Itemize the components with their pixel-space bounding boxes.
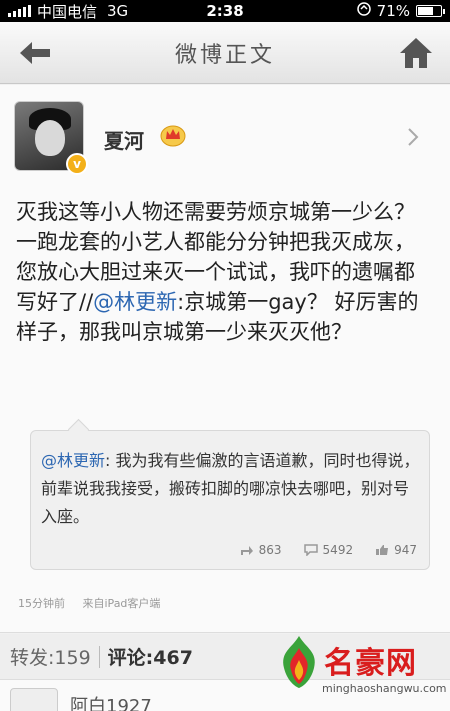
- like-count: 947: [394, 543, 417, 557]
- post-username[interactable]: 夏河: [104, 125, 144, 154]
- comment-count-item[interactable]: 5492: [303, 543, 354, 557]
- home-button[interactable]: [398, 36, 434, 70]
- watermark-title: 名豪网: [324, 646, 417, 681]
- comment-username[interactable]: 阿白1927: [70, 692, 152, 711]
- page-title: 微博正文: [174, 42, 275, 68]
- back-button[interactable]: [16, 38, 56, 68]
- repost-mention-link[interactable]: @林更新: [41, 451, 105, 470]
- home-icon: [400, 38, 432, 68]
- post-time: 15分钟前: [18, 597, 65, 610]
- like-count-item[interactable]: 947: [375, 543, 417, 557]
- repost-text: @林更新: 我为我有些偏激的言语道歉，同时也得说，前辈说我我接受，搬砖扣脚的哪凉…: [41, 447, 423, 531]
- tab-comments[interactable]: 评论:467: [108, 643, 193, 670]
- lock-icon: [356, 2, 371, 20]
- flame-logo-icon: [283, 636, 315, 688]
- watermark-url: minghaoshangwu.com: [322, 682, 447, 695]
- nav-bar: 微博正文: [0, 22, 450, 84]
- repost-stats: 863 5492 947: [240, 543, 417, 557]
- post-mention-link[interactable]: @林更新: [93, 290, 177, 314]
- verified-badge-icon: v: [66, 153, 88, 175]
- post-body: 灭我这等小人物还需要劳烦京城第一少么？一跑龙套的小艺人都能分分钟把我灭成灰，您放…: [16, 197, 434, 347]
- tab-comments-label: 评论:: [107, 647, 154, 669]
- comment-count: 5492: [322, 543, 354, 557]
- signal-icon: [8, 5, 31, 17]
- thumbs-up-icon: [376, 545, 389, 555]
- post-card: v 夏河 灭我这等小人物还需要劳烦京城第一少么？一跑龙套的小艺人都能分分钟把我灭…: [0, 85, 450, 633]
- battery-percent: 71%: [376, 2, 410, 20]
- post-source: 来自iPad客户端: [82, 597, 161, 610]
- tab-reposts[interactable]: 转发:159: [10, 643, 91, 670]
- network-label: 3G: [107, 2, 129, 20]
- tab-reposts-label: 转发:: [10, 647, 55, 669]
- tab-divider: [98, 645, 100, 668]
- carrier-label: 中国电信: [37, 2, 98, 21]
- repost-count-item[interactable]: 863: [240, 543, 282, 557]
- repost-box[interactable]: @林更新: 我为我有些偏激的言语道歉，同时也得说，前辈说我我接受，搬砖扣脚的哪凉…: [30, 430, 430, 570]
- comment-avatar[interactable]: [10, 688, 58, 711]
- repost-count: 863: [258, 543, 282, 557]
- crown-icon: [160, 125, 186, 147]
- arrow-left-icon: [20, 42, 50, 64]
- share-icon: [240, 546, 253, 555]
- battery-icon: [416, 5, 445, 17]
- tab-comments-count: 467: [153, 647, 193, 669]
- post-meta: 15分钟前 来自iPad客户端: [18, 595, 174, 611]
- comment-icon: [303, 544, 318, 556]
- tab-reposts-count: 159: [54, 647, 91, 669]
- site-watermark: 名豪网 minghaoshangwu.com: [276, 630, 448, 708]
- chevron-right-icon[interactable]: [406, 127, 420, 147]
- status-bar: 中国电信 3G 2:38 71%: [0, 0, 450, 22]
